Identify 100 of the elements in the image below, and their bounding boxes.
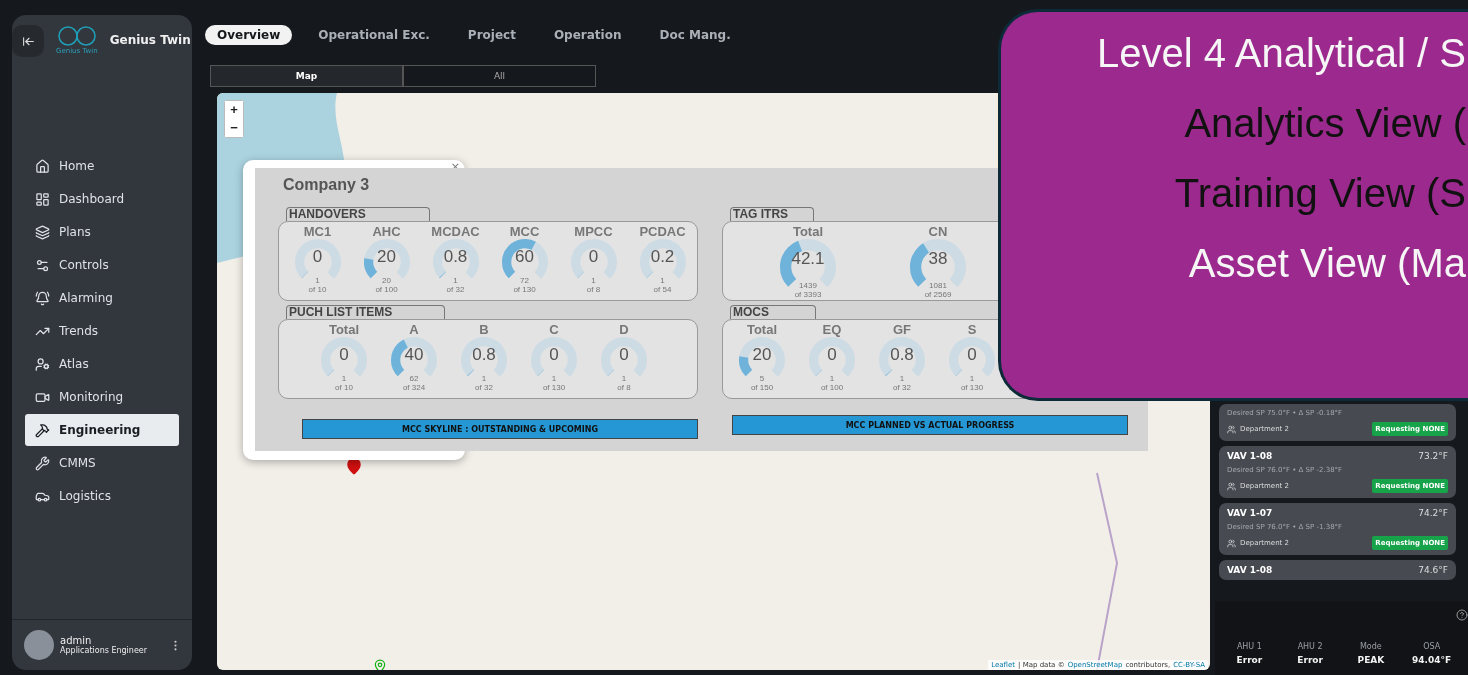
sidebar-item[interactable]: Logistics <box>25 480 179 512</box>
vav-card[interactable]: VAV 1-08 74.6°F <box>1219 560 1456 580</box>
nav-tab[interactable]: Operational Exc. <box>306 25 442 45</box>
gauge-count: 1 <box>452 276 459 285</box>
infinity-logo-icon <box>56 25 97 47</box>
gauge-value: 38 <box>927 250 949 268</box>
nav-tab[interactable]: Project <box>455 25 528 45</box>
collapse-button[interactable] <box>12 25 44 57</box>
stat-label: OSA <box>1423 642 1441 651</box>
stat-label: AHU 1 <box>1236 642 1262 651</box>
stat-value: Error <box>1236 655 1263 665</box>
user-gear-icon <box>35 356 50 372</box>
sidebar-item[interactable]: Engineering <box>25 414 179 446</box>
gauge-value: 0.8 <box>442 248 469 266</box>
report-button[interactable]: MCC SKYLINE : OUTSTANDING & UPCOMING <box>302 419 698 439</box>
overlay-heading: Level 4 Analytical / S <box>1096 30 1466 76</box>
sidebar-item[interactable]: CMMS <box>25 447 179 479</box>
gauge-label: AHC <box>372 224 401 239</box>
vav-temperature: 73.2°F <box>1418 451 1448 461</box>
gauge-value: 0 <box>311 248 324 266</box>
gauge-value: 0.2 <box>649 248 676 266</box>
sliders-icon <box>35 257 50 273</box>
overlay-heading: Asset View (Ma <box>1188 240 1466 286</box>
gauge-total: of 130 <box>513 285 536 295</box>
sidebar-item[interactable]: Alarming <box>25 282 179 314</box>
gauge-count: 1 <box>314 276 321 285</box>
nav-tab[interactable]: Overview <box>205 25 293 45</box>
gauge-total: of 54 <box>653 285 672 295</box>
gauge-label: MC1 <box>303 224 332 239</box>
gauge-label: B <box>479 322 489 337</box>
gauge-count: 1 <box>620 374 628 383</box>
user-role: Applications Engineer <box>60 646 149 655</box>
gauge-label: A <box>409 322 419 337</box>
gauge-value: 20 <box>751 346 773 364</box>
sidebar-item[interactable]: Dashboard <box>25 183 179 215</box>
gauge-count: 5 <box>758 374 766 383</box>
stat-value: 94.04°F <box>1412 655 1452 665</box>
gauge-value: 0 <box>966 346 978 364</box>
gauge-value: 42.1 <box>790 250 826 268</box>
gauge-total: of 100 <box>820 383 844 393</box>
gauge-value: 0.8 <box>889 346 915 364</box>
gauge-count: 1 <box>828 374 836 383</box>
gauge-label: CN <box>928 224 948 239</box>
gauge-total: of 10 <box>308 285 327 295</box>
view-tab[interactable]: All <box>403 65 596 87</box>
gauge-label: MPCC <box>574 224 613 239</box>
gauge-value: 40 <box>403 346 425 364</box>
sidebar-item[interactable]: Plans <box>25 216 179 248</box>
dashboard-icon <box>35 191 50 207</box>
view-tab[interactable]: Map <box>210 65 403 87</box>
gauge-value: 0.8 <box>471 346 497 364</box>
sidebar-item[interactable]: Monitoring <box>25 381 179 413</box>
vav-name: VAV 1-07 <box>1227 508 1273 518</box>
gauge-count: 1439 <box>798 281 818 290</box>
gauge-label: D <box>619 322 629 337</box>
stat-label: Mode <box>1359 642 1382 651</box>
gauge-total: of 2569 <box>924 290 952 300</box>
vav-temperature: 74.6°F <box>1418 565 1448 575</box>
gauge-label: GF <box>892 322 912 337</box>
stat-value: Error <box>1297 655 1323 665</box>
gauge-label: EQ <box>822 322 842 337</box>
vav-temperature: 74.2°F <box>1418 508 1448 518</box>
overlay-heading: Training View (S <box>1174 170 1466 216</box>
collapse-icon <box>21 34 35 48</box>
gauge-value: 0 <box>338 346 350 364</box>
gauge-label: PCDAC <box>639 224 686 239</box>
gauge-total: of 324 <box>402 383 426 393</box>
vav-name: VAV 1-08 <box>1227 451 1273 461</box>
sidebar-item[interactable]: Trends <box>25 315 179 347</box>
gauge-total: of 10 <box>335 383 353 393</box>
help-icon[interactable] <box>1456 609 1468 621</box>
gauge-total: of 3393 <box>794 290 822 300</box>
gauge-value: 20 <box>376 248 397 266</box>
gauge-count: 1 <box>898 374 906 383</box>
nav-tab[interactable]: Operation <box>541 25 634 45</box>
sidebar-item[interactable]: Controls <box>25 249 179 281</box>
gauge-count: 1 <box>550 374 558 383</box>
sidebar-item[interactable]: Atlas <box>25 348 179 380</box>
gauge-total: of 150 <box>750 383 774 393</box>
gauge-count: 1 <box>968 374 976 383</box>
gauge-total: of 32 <box>475 383 493 393</box>
gauge-total: of 32 <box>446 285 465 295</box>
report-button[interactable]: MCC PLANNED VS ACTUAL PROGRESS <box>732 415 1128 435</box>
gauge-value: 0 <box>618 346 630 364</box>
company-title: Company 3 <box>282 176 371 194</box>
gauge-total: of 8 <box>617 383 631 393</box>
gauge-label: S <box>967 322 977 337</box>
gauge-label: MCC <box>509 224 540 239</box>
sidebar-item[interactable]: Home <box>25 150 179 182</box>
brand-name: Genius Twin <box>109 33 191 47</box>
gauge-total: of 130 <box>542 383 566 393</box>
gauge-value: 60 <box>514 248 535 266</box>
stat-label: AHU 2 <box>1297 642 1323 651</box>
nav-tab[interactable]: Doc Mang. <box>647 25 743 45</box>
vav-name: VAV 1-08 <box>1227 565 1273 575</box>
gauge-count: 62 <box>408 374 420 383</box>
gauge-count: 1 <box>659 276 666 285</box>
gauge-value: 0 <box>587 248 600 266</box>
gauge-label: Total <box>746 322 778 337</box>
gauge-label: Total <box>792 224 824 239</box>
